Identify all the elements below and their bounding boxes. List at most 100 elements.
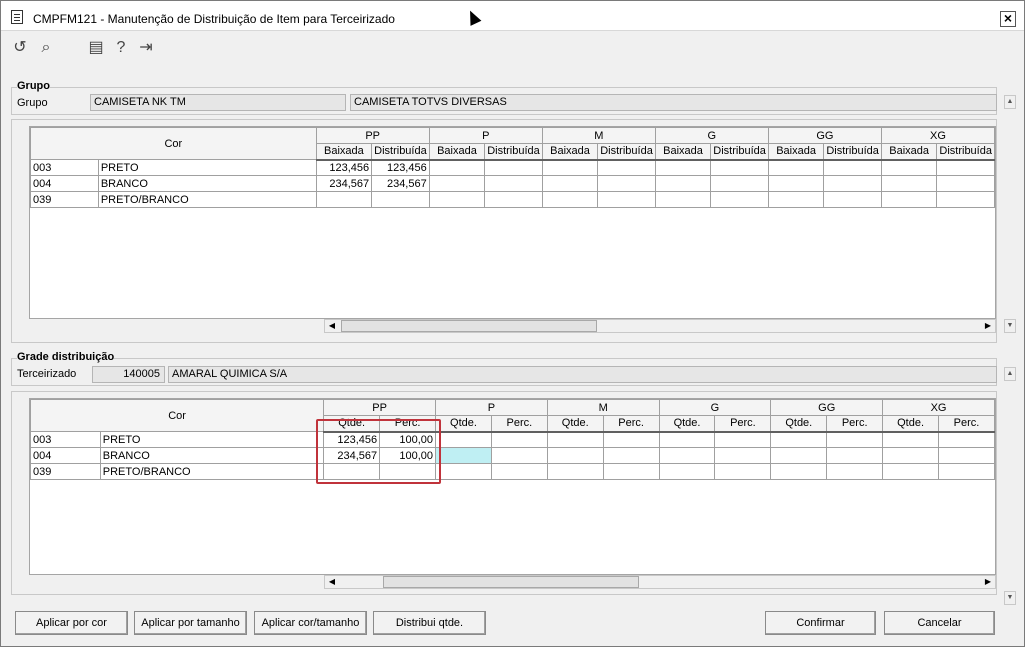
grid-cell[interactable]: [484, 191, 543, 208]
grid-cell[interactable]: [541, 159, 599, 176]
scroll-down-button[interactable]: ▼: [1004, 591, 1016, 605]
grupo-code-field[interactable]: CAMISETA NK TM: [90, 94, 346, 111]
grid-cell[interactable]: [435, 431, 492, 448]
grid-cell[interactable]: [936, 175, 995, 192]
close-button[interactable]: ×: [1000, 11, 1016, 27]
help-icon[interactable]: ?: [112, 39, 130, 57]
grid-cell[interactable]: [938, 447, 995, 464]
pp-baixada-cell[interactable]: [315, 191, 373, 208]
cor-name-cell[interactable]: PRETO: [99, 431, 325, 448]
terceirizado-name-field[interactable]: AMARAL QUIMICA S/A: [168, 366, 997, 383]
grid-cell[interactable]: [428, 175, 486, 192]
cor-code-cell[interactable]: 039: [30, 191, 99, 208]
table-row[interactable]: 004 BRANCO 234,567 234,567: [30, 175, 995, 192]
calendar-icon[interactable]: ▤: [87, 39, 105, 57]
grid1[interactable]: Cor PP P M G GG XG Baixada Distribuída B…: [29, 126, 996, 319]
scroll-thumb[interactable]: [341, 320, 597, 332]
cor-code-cell[interactable]: 003: [30, 159, 99, 176]
grid-cell[interactable]: [826, 431, 884, 448]
cor-code-cell[interactable]: 003: [30, 431, 101, 448]
grid-cell[interactable]: [823, 191, 882, 208]
grid-cell[interactable]: [826, 463, 884, 480]
table-row[interactable]: 039 PRETO/BRANCO: [30, 463, 995, 480]
table-row[interactable]: 003 PRETO 123,456 123,456: [30, 159, 995, 176]
pp-distribuida-cell[interactable]: [371, 191, 430, 208]
scroll-left-button[interactable]: ◀: [325, 320, 339, 332]
table-row[interactable]: 039 PRETO/BRANCO: [30, 191, 995, 208]
grid-cell[interactable]: [658, 431, 716, 448]
grid-cell[interactable]: [710, 175, 769, 192]
grid-cell[interactable]: [546, 431, 604, 448]
aplicar-por-cor-button[interactable]: Aplicar por cor: [15, 611, 128, 635]
grid-cell[interactable]: [770, 447, 828, 464]
exit-icon[interactable]: ⇥: [137, 39, 155, 57]
search-icon[interactable]: ⌕: [37, 39, 55, 57]
cor-name-cell[interactable]: PRETO/BRANCO: [97, 191, 317, 208]
grid-cell[interactable]: [490, 463, 548, 480]
cor-code-cell[interactable]: 039: [30, 463, 101, 480]
pp-distribuida-cell[interactable]: 123,456: [371, 159, 430, 176]
scroll-down-button[interactable]: ▼: [1004, 319, 1016, 333]
cor-name-cell[interactable]: BRANCO: [97, 175, 317, 192]
scroll-right-button[interactable]: ▶: [981, 320, 995, 332]
cor-name-cell[interactable]: PRETO/BRANCO: [99, 463, 325, 480]
grid-cell[interactable]: [823, 175, 882, 192]
scroll-left-button[interactable]: ◀: [325, 576, 339, 588]
grid-cell[interactable]: [484, 175, 543, 192]
cor-code-cell[interactable]: 004: [30, 447, 101, 464]
grid-cell[interactable]: [654, 191, 712, 208]
terceirizado-code-field[interactable]: 140005: [92, 366, 165, 383]
grid-cell[interactable]: [484, 159, 543, 176]
grid-cell[interactable]: [710, 159, 769, 176]
grid-cell[interactable]: [435, 463, 492, 480]
cor-name-cell[interactable]: BRANCO: [99, 447, 325, 464]
grid-cell[interactable]: [714, 463, 772, 480]
pp-baixada-cell[interactable]: 234,567: [315, 175, 373, 192]
grid-cell[interactable]: [770, 463, 828, 480]
scroll-right-button[interactable]: ▶: [981, 576, 995, 588]
grid-cell[interactable]: [714, 447, 772, 464]
table-row[interactable]: 003 PRETO 123,456 100,00: [30, 431, 995, 448]
pp-distribuida-cell[interactable]: 234,567: [371, 175, 430, 192]
grid-cell[interactable]: [710, 191, 769, 208]
grid-cell[interactable]: [490, 447, 548, 464]
grid-cell[interactable]: [658, 447, 716, 464]
grid-cell[interactable]: [767, 175, 825, 192]
grid-cell[interactable]: [546, 447, 604, 464]
grid-cell[interactable]: [882, 431, 939, 448]
grid2[interactable]: Cor PP P M G GG XG Qtde. Perc. Qtde. Per…: [29, 398, 996, 575]
grid-cell[interactable]: [880, 175, 938, 192]
grid-cell[interactable]: [541, 175, 599, 192]
cancelar-button[interactable]: Cancelar: [884, 611, 995, 635]
undo-icon[interactable]: ↺: [11, 39, 29, 57]
grid-cell[interactable]: [602, 463, 660, 480]
grid-cell[interactable]: [882, 447, 939, 464]
distribui-qtde-button[interactable]: Distribui qtde.: [373, 611, 486, 635]
grid-cell[interactable]: [938, 431, 995, 448]
grid-cell[interactable]: [428, 191, 486, 208]
grid2-hscrollbar[interactable]: ◀ ▶: [324, 575, 996, 589]
cor-code-cell[interactable]: 004: [30, 175, 99, 192]
grid-cell[interactable]: [602, 447, 660, 464]
grid-cell[interactable]: [767, 191, 825, 208]
cor-name-cell[interactable]: PRETO: [97, 159, 317, 176]
grid-cell[interactable]: [714, 431, 772, 448]
grid-cell[interactable]: [654, 159, 712, 176]
table-row[interactable]: 004 BRANCO 234,567 100,00: [30, 447, 995, 464]
grid-cell[interactable]: [936, 159, 995, 176]
selected-grid-cell[interactable]: [435, 447, 492, 464]
grid-cell[interactable]: [882, 463, 939, 480]
grid-cell[interactable]: [770, 431, 828, 448]
grid-cell[interactable]: [658, 463, 716, 480]
grid-cell[interactable]: [541, 191, 599, 208]
grid-cell[interactable]: [597, 191, 656, 208]
grid-cell[interactable]: [546, 463, 604, 480]
grid-cell[interactable]: [597, 159, 656, 176]
grid1-hscrollbar[interactable]: ◀ ▶: [324, 319, 996, 333]
grid-cell[interactable]: [654, 175, 712, 192]
grid-cell[interactable]: [823, 159, 882, 176]
pp-baixada-cell[interactable]: 123,456: [315, 159, 373, 176]
grid-cell[interactable]: [767, 159, 825, 176]
grid-cell[interactable]: [428, 159, 486, 176]
grid-cell[interactable]: [826, 447, 884, 464]
